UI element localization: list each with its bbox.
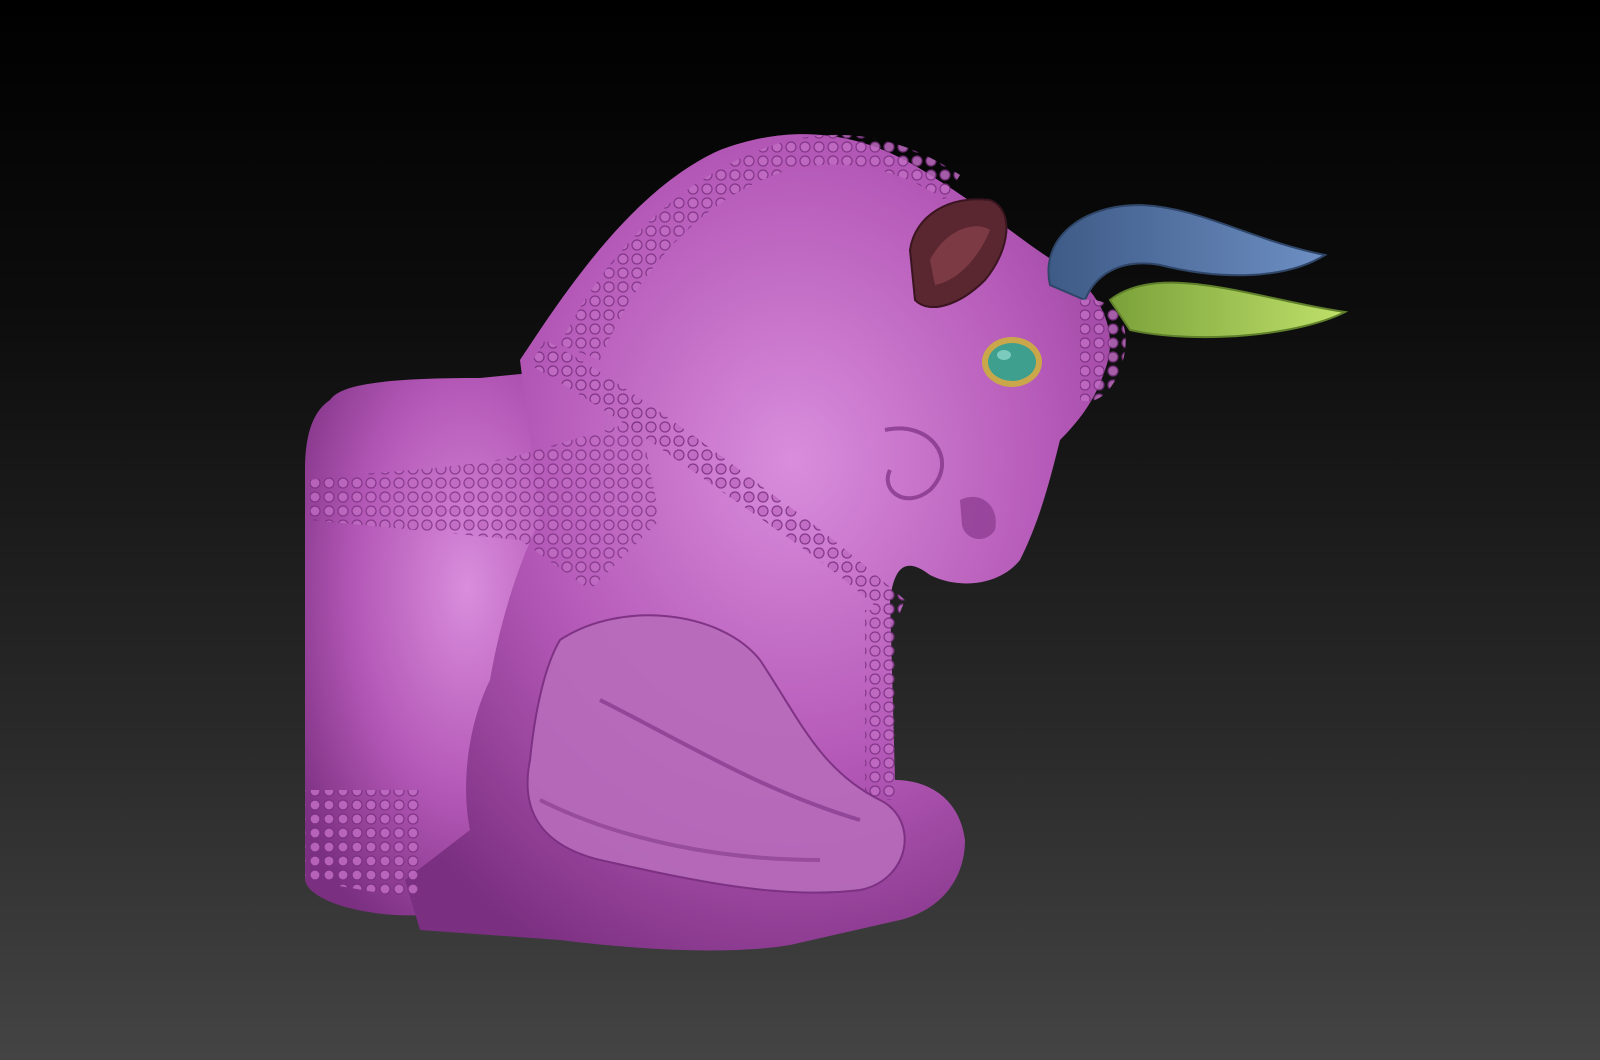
eye (988, 343, 1036, 381)
bull-sculpture-model (305, 134, 1349, 951)
horn-back (1108, 281, 1349, 339)
eye-highlight (997, 350, 1011, 360)
viewport (0, 0, 1600, 1060)
front-beads (865, 610, 895, 800)
